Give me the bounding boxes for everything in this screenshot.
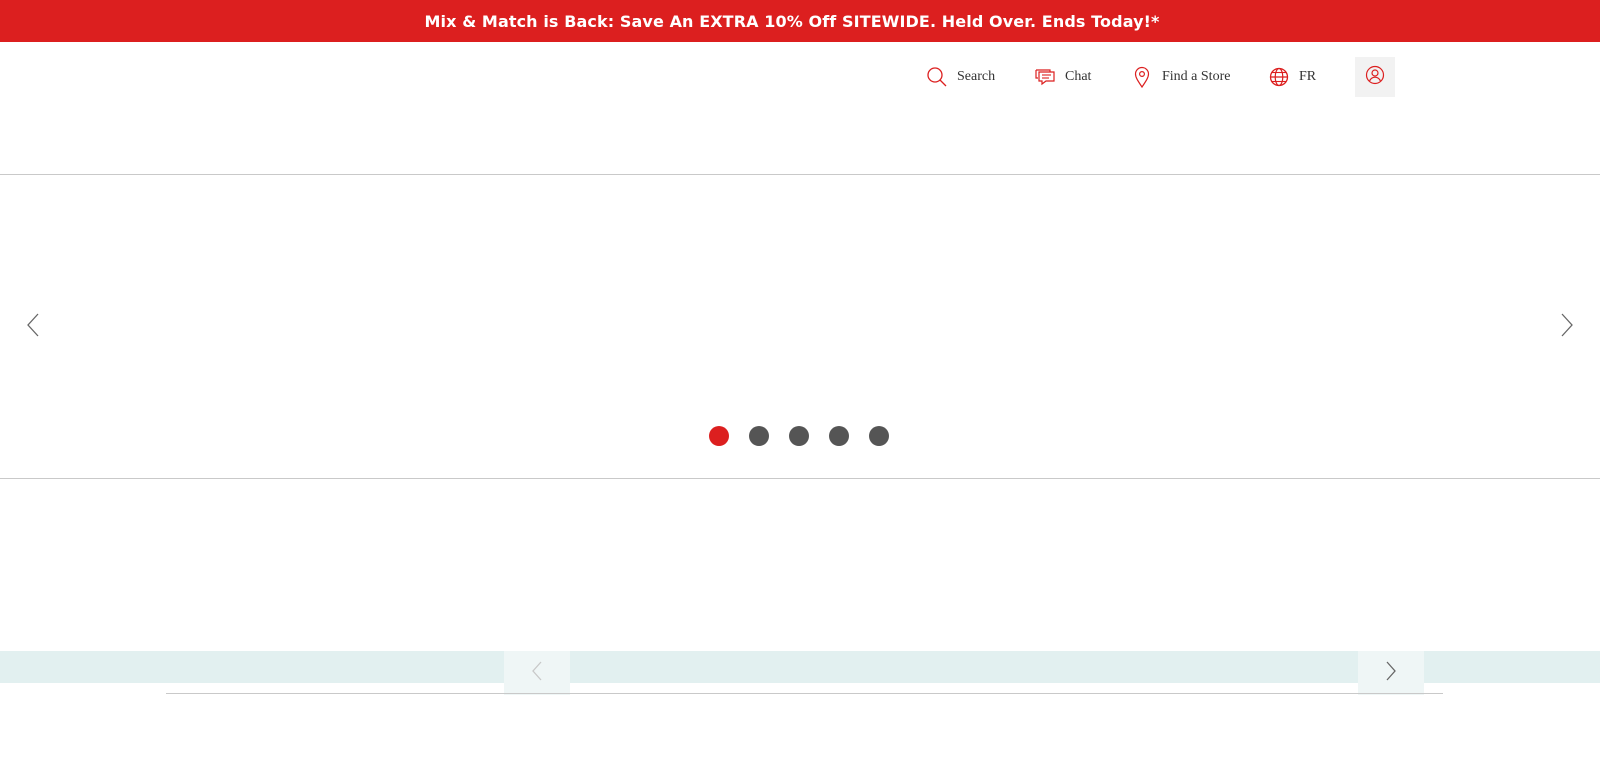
divider (166, 693, 1443, 694)
site-header: Search Chat Find a Store FR (0, 42, 1600, 175)
chat-label: Chat (1065, 69, 1092, 84)
carousel-dot-5[interactable] (869, 426, 889, 446)
utility-nav: Search Chat Find a Store FR (926, 57, 1395, 97)
page: Mix & Match is Back: Save An EXTRA 10% O… (0, 0, 1600, 775)
promo-text[interactable]: Mix & Match is Back: Save An EXTRA 10% O… (425, 12, 1176, 31)
language-label: FR (1299, 69, 1317, 84)
strip-next-button[interactable] (1358, 651, 1424, 695)
carousel-dot-4[interactable] (829, 426, 849, 446)
chevron-left-icon (530, 660, 544, 687)
carousel-next-button[interactable] (1555, 313, 1579, 341)
search-icon (926, 66, 948, 88)
hero-carousel (0, 175, 1600, 479)
search-label: Search (957, 69, 996, 84)
account-button[interactable] (1355, 57, 1395, 97)
carousel-dot-3[interactable] (789, 426, 809, 446)
carousel-dot-1[interactable] (709, 426, 729, 446)
promo-banner[interactable]: Mix & Match is Back: Save An EXTRA 10% O… (0, 0, 1600, 42)
chat-button[interactable]: Chat (1034, 57, 1131, 97)
user-icon (1365, 65, 1385, 90)
location-pin-icon (1131, 66, 1153, 88)
strip-prev-button[interactable] (504, 651, 570, 695)
globe-icon (1268, 66, 1290, 88)
chevron-right-icon (1384, 660, 1398, 687)
chevron-right-icon (1559, 312, 1575, 343)
chevron-left-icon (25, 312, 41, 343)
chat-icon (1034, 66, 1056, 88)
carousel-dots (709, 426, 889, 446)
search-button[interactable]: Search (926, 57, 1034, 97)
find-store-button[interactable]: Find a Store (1131, 57, 1268, 97)
find-store-label: Find a Store (1162, 69, 1231, 84)
language-toggle[interactable]: FR (1268, 57, 1355, 97)
carousel-prev-button[interactable] (21, 313, 45, 341)
carousel-dot-2[interactable] (749, 426, 769, 446)
